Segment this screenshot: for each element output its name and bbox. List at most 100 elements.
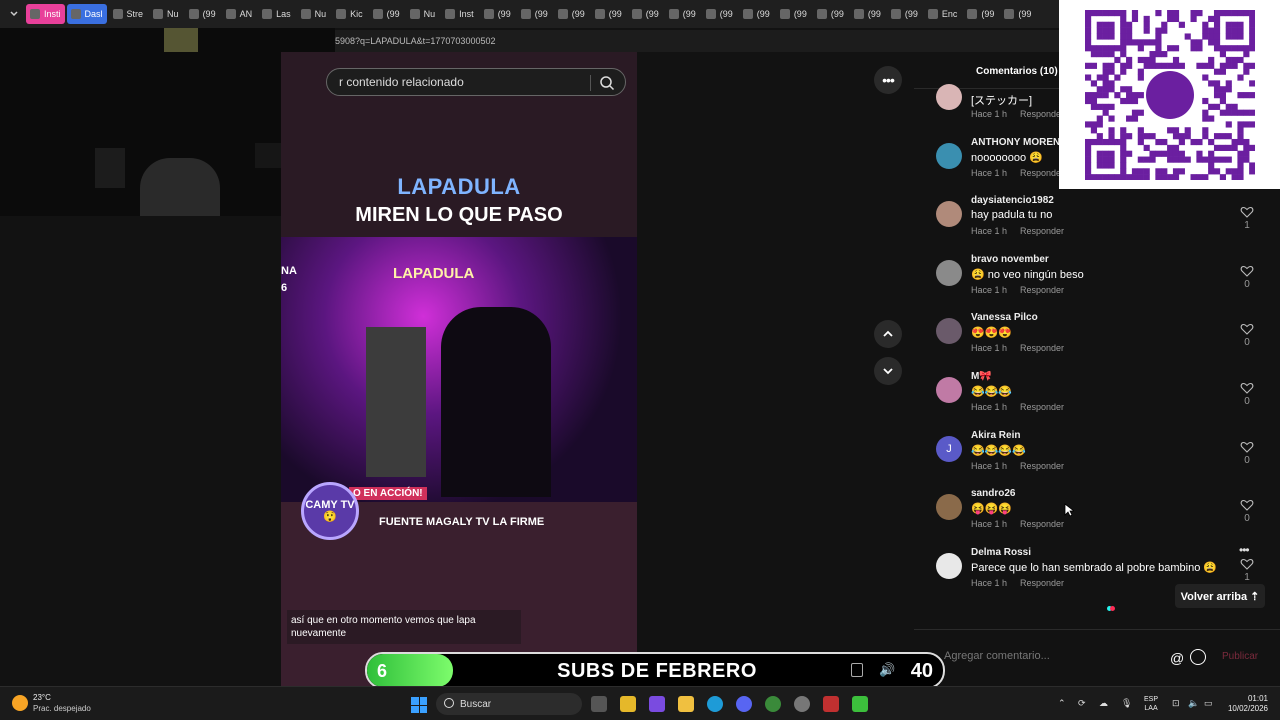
browser-tab[interactable]: (99 xyxy=(776,4,811,24)
browser-tab[interactable]: (99 xyxy=(517,4,552,24)
back-to-top-button[interactable]: Volver arriba ⇡ xyxy=(1175,584,1265,608)
edge-icon[interactable] xyxy=(707,696,723,712)
next-video-button[interactable] xyxy=(874,357,902,385)
avatar[interactable] xyxy=(936,377,962,403)
avatar[interactable] xyxy=(936,318,962,345)
heart-icon[interactable] xyxy=(1240,381,1254,395)
comment-username[interactable]: sandro26 xyxy=(971,488,1015,499)
comment-username[interactable]: daysiatencio1982 xyxy=(971,195,1054,206)
avatar[interactable]: J xyxy=(936,435,962,462)
reply-button[interactable]: Responder xyxy=(1020,519,1064,529)
discord-icon[interactable] xyxy=(736,696,752,712)
tray-overflow-icon[interactable]: ⌃ xyxy=(1058,698,1066,709)
more-options-button[interactable]: ••• xyxy=(874,66,902,94)
comment-username[interactable]: M🎀 xyxy=(971,371,992,382)
browser-tab[interactable]: (99 xyxy=(628,4,663,24)
tray-cloud-icon[interactable]: ☁ xyxy=(1099,698,1108,709)
browser-tab[interactable]: Nu xyxy=(149,4,183,24)
mention-icon[interactable]: @ xyxy=(1170,650,1184,666)
reply-button[interactable]: Responder xyxy=(1020,461,1064,471)
browser-tab[interactable]: (99 xyxy=(480,4,515,24)
tray-battery-icon[interactable]: ▭ xyxy=(1204,698,1213,709)
language-indicator[interactable]: ESP LAA xyxy=(1144,695,1158,713)
tray-mic-icon[interactable]: 🎙 xyxy=(1121,698,1132,709)
store-icon[interactable] xyxy=(620,696,636,712)
browser-tab[interactable]: Stre xyxy=(109,4,148,24)
avatar[interactable] xyxy=(936,494,962,521)
related-search-bar[interactable]: r contenido relacionado xyxy=(326,68,626,96)
browser-tab[interactable]: Las xyxy=(258,4,295,24)
qr-module xyxy=(1131,115,1138,122)
browser-tab[interactable]: (99 xyxy=(739,4,774,24)
browser-tab[interactable]: Kic xyxy=(332,4,367,24)
publish-button[interactable]: Publicar xyxy=(1222,651,1258,662)
browser-tab[interactable]: (99 xyxy=(887,4,922,24)
browser-tab[interactable]: (99 xyxy=(591,4,626,24)
reply-button[interactable]: Responder xyxy=(1020,109,1064,119)
obs-icon[interactable] xyxy=(794,696,810,712)
heart-icon[interactable] xyxy=(1240,557,1254,571)
chrome-icon[interactable] xyxy=(765,696,781,712)
comment-more-icon[interactable]: ••• xyxy=(1239,543,1250,557)
browser-tab[interactable]: (99 xyxy=(1000,4,1035,24)
browser-tab[interactable]: (99 xyxy=(813,4,848,24)
avatar[interactable] xyxy=(936,142,962,169)
comment-username[interactable]: Akira Rein xyxy=(971,430,1020,441)
browser-tab[interactable]: (99 xyxy=(665,4,700,24)
browser-tab[interactable]: (99 xyxy=(963,4,998,24)
comment-username[interactable]: ANTHONY MORENO xyxy=(971,137,1068,148)
taskbar-search[interactable]: Buscar xyxy=(436,693,582,715)
comment-input[interactable]: Agregar comentario... xyxy=(944,650,1050,662)
file-explorer-icon[interactable] xyxy=(678,696,694,712)
browser-tab[interactable]: (99 xyxy=(554,4,589,24)
heart-icon[interactable] xyxy=(1240,205,1254,219)
heart-icon[interactable] xyxy=(1240,498,1254,512)
avatar[interactable] xyxy=(936,552,962,579)
reply-button[interactable]: Responder xyxy=(1020,285,1064,295)
browser-tab[interactable]: (99 xyxy=(850,4,885,24)
qr-module xyxy=(1107,27,1115,34)
reply-button[interactable]: Responder xyxy=(1020,578,1064,588)
browser-tab[interactable]: Insti xyxy=(26,4,65,24)
copilot-icon[interactable] xyxy=(649,696,665,712)
heart-icon[interactable] xyxy=(1240,440,1254,454)
tray-volume-icon[interactable]: 🔈 xyxy=(1188,698,1199,709)
comment-username[interactable]: Delma Rossi xyxy=(971,547,1031,558)
browser-tab[interactable]: AN xyxy=(222,4,257,24)
comment-username[interactable]: Vanessa Pilco xyxy=(971,312,1038,323)
browser-tab[interactable]: Inst xyxy=(441,4,478,24)
tab-list-chevron-icon[interactable] xyxy=(4,4,24,24)
browser-tab[interactable]: (99 xyxy=(369,4,404,24)
qr-module xyxy=(1125,62,1132,69)
windows-start-icon[interactable] xyxy=(411,697,427,713)
emoji-icon[interactable] xyxy=(1190,649,1206,665)
avatar[interactable] xyxy=(936,201,962,228)
video-player[interactable]: r contenido relacionado LAPADULA MIREN L… xyxy=(281,52,637,686)
tray-sync-icon[interactable]: ⟳ xyxy=(1078,698,1086,709)
tray-network-icon[interactable]: ⊡ xyxy=(1172,698,1180,709)
avatar[interactable] xyxy=(936,259,962,286)
minecraft-icon[interactable] xyxy=(852,696,868,712)
comment-username[interactable]: bravo november xyxy=(971,254,1049,265)
heart-icon[interactable] xyxy=(1240,322,1254,336)
reply-button[interactable]: Responder xyxy=(1020,402,1064,412)
taskbar-clock[interactable]: 01:01 10/02/2026 xyxy=(1224,694,1268,714)
tf-app-icon[interactable] xyxy=(823,696,839,712)
browser-tab[interactable]: (99 xyxy=(185,4,220,24)
avatar[interactable] xyxy=(936,84,962,110)
search-icon[interactable] xyxy=(599,75,615,91)
address-bar[interactable]: 5908?q=LAPADULA&t=1770703000502 xyxy=(335,30,1060,52)
reply-button[interactable]: Responder xyxy=(1020,168,1064,178)
reply-button[interactable]: Responder xyxy=(1020,226,1064,236)
heart-icon[interactable] xyxy=(1240,264,1254,278)
browser-tab[interactable]: Enc xyxy=(924,4,962,24)
task-view-icon[interactable] xyxy=(591,696,607,712)
browser-tab[interactable]: Nu xyxy=(297,4,331,24)
previous-video-button[interactable] xyxy=(874,320,902,348)
comments-header[interactable]: Comentarios (10) xyxy=(976,66,1058,77)
weather-widget[interactable]: 23°C Prac. despejado xyxy=(12,693,102,715)
browser-tab[interactable]: Nu xyxy=(406,4,440,24)
browser-tab[interactable]: (99 xyxy=(702,4,737,24)
browser-tab[interactable]: Dasl xyxy=(66,4,107,24)
reply-button[interactable]: Responder xyxy=(1020,343,1064,353)
